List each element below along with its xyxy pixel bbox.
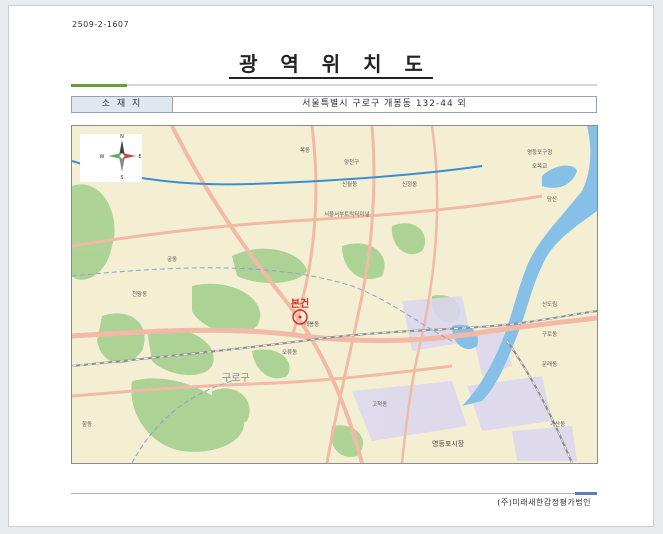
place-label: 오류동 [282, 349, 297, 356]
place-label: 궁동 [167, 256, 177, 263]
company-name: (주)미래새한감정평가법인 [497, 498, 591, 507]
place-label: 영등포구청 [527, 148, 552, 156]
compass-bg [80, 134, 142, 182]
place-label: 당산 [547, 195, 557, 203]
header-divider-accent [71, 84, 127, 87]
subject-label: 본건 [291, 297, 309, 310]
address-value: 서울특별시 구로구 개봉동 132-44 외 [302, 99, 467, 109]
place-label: 문래동 [542, 360, 557, 368]
compass-n-label: N [120, 134, 124, 140]
location-map: N S W E 목동 양천구 신정동 신월동 서울서부트럭터미널 오목교 영등포… [71, 125, 598, 464]
compass-e-label: E [138, 154, 141, 160]
place-label: 신월동 [342, 180, 357, 188]
page-title: 광 역 위 치 도 [9, 48, 653, 79]
place-label: 영등포시장 [432, 439, 465, 448]
urban-area [512, 426, 577, 461]
header-divider [71, 84, 597, 87]
document-page: 2509-2-1607 광 역 위 치 도 소 재 지 서울특별시 구로구 개봉… [8, 5, 654, 527]
place-label: 신정동 [402, 180, 417, 188]
address-row: 소 재 지 서울특별시 구로구 개봉동 132-44 외 [71, 96, 597, 113]
document-number: 2509-2-1607 [72, 20, 130, 29]
place-label: 가산동 [550, 420, 565, 428]
subject-dot [298, 315, 302, 319]
footer-divider-accent [575, 492, 597, 495]
map-canvas: N S W E 목동 양천구 신정동 신월동 서울서부트럭터미널 오목교 영등포… [72, 126, 597, 463]
green-area [97, 313, 145, 364]
footer-divider [71, 492, 597, 495]
place-label: 항동 [82, 420, 92, 428]
place-label: 오목교 [532, 163, 547, 170]
place-label: 구로동 [542, 331, 557, 338]
place-label: 서울서부트럭터미널 [324, 210, 370, 218]
place-label: 고척동 [372, 400, 387, 408]
district-label: 구로구 [222, 373, 250, 384]
place-label: 양천구 [344, 158, 359, 166]
place-label: 신도림 [542, 300, 557, 308]
compass: N S W E [80, 134, 142, 182]
place-label: 목동 [300, 147, 310, 154]
place-label: 천왕동 [132, 290, 147, 298]
compass-w-label: W [100, 154, 105, 160]
compass-s-label: S [120, 175, 123, 181]
page-title-text: 광 역 위 치 도 [229, 52, 433, 79]
address-label: 소 재 지 [72, 97, 173, 112]
